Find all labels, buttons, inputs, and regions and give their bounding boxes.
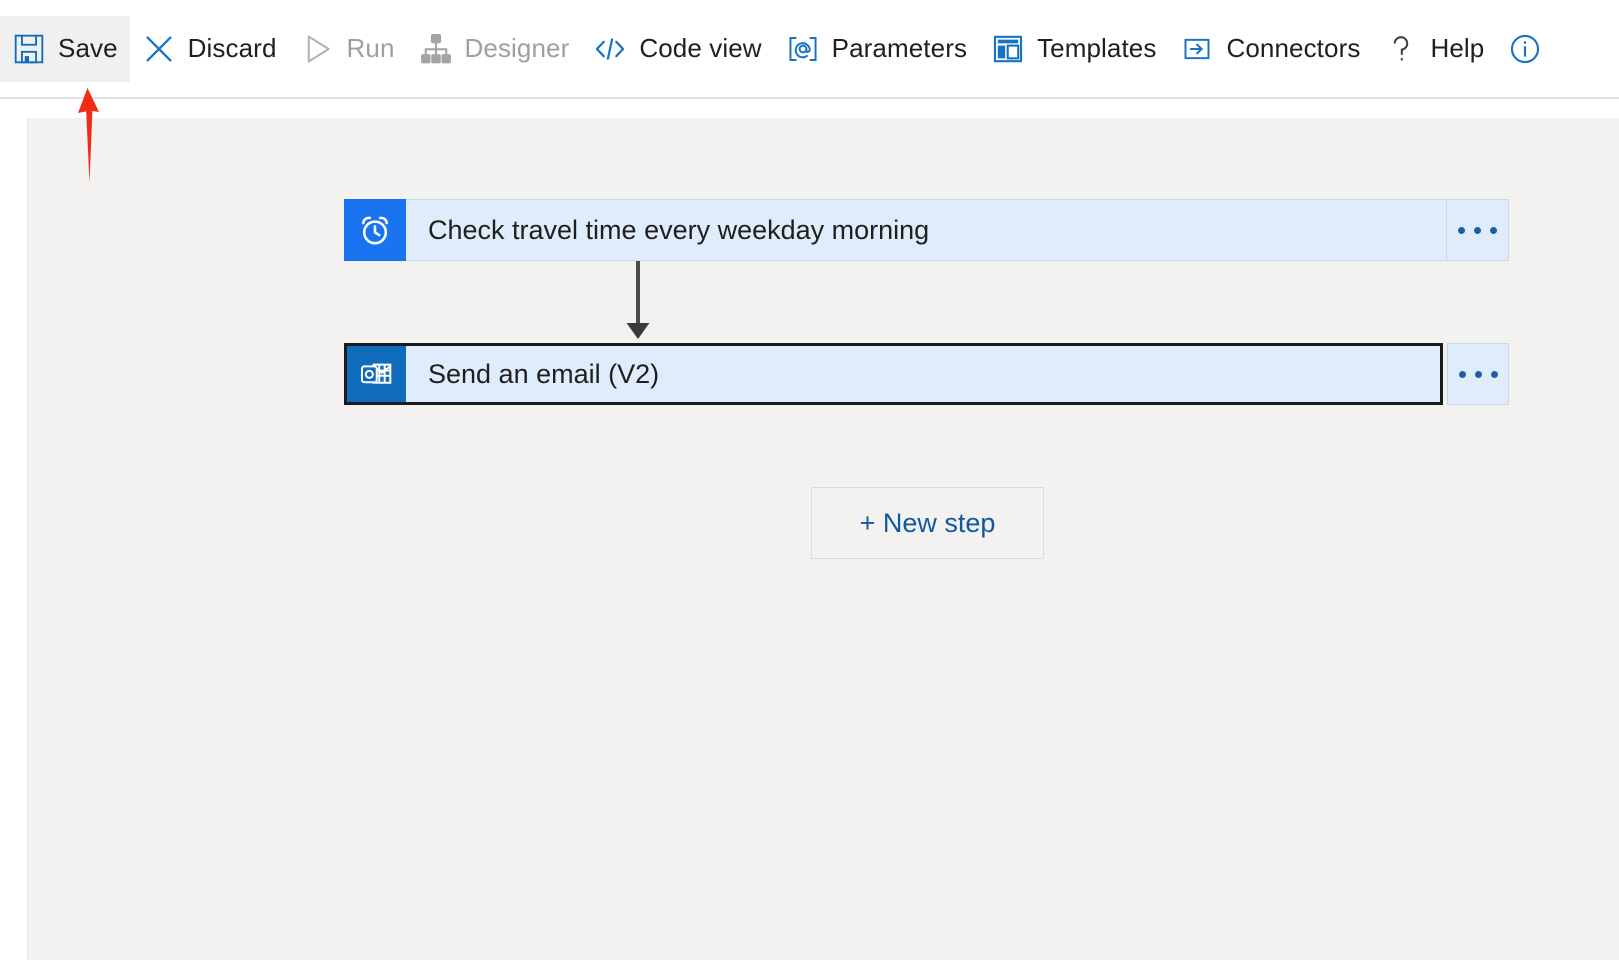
connectors-button-label: Connectors xyxy=(1226,33,1361,63)
info-icon xyxy=(1508,32,1542,66)
designer-button-label: Designer xyxy=(464,33,570,63)
templates-button[interactable]: Templates xyxy=(979,16,1168,82)
discard-button-label: Discard xyxy=(187,33,277,63)
flow-card-action-menu-button[interactable] xyxy=(1447,343,1509,405)
code-view-button-label: Code view xyxy=(639,33,762,63)
run-button[interactable]: Run xyxy=(289,16,407,82)
outlook-mail-icon xyxy=(347,346,406,402)
templates-icon xyxy=(991,32,1025,66)
connectors-button[interactable]: Connectors xyxy=(1168,16,1372,82)
alarm-clock-icon xyxy=(344,199,406,261)
flow-card-trigger-title: Check travel time every weekday morning xyxy=(428,214,930,245)
flow-card-trigger[interactable]: Check travel time every weekday morning xyxy=(344,199,1509,261)
code-icon xyxy=(593,32,627,66)
logic-app-designer: Save Discard Run Designer Code view Para… xyxy=(0,0,1619,960)
templates-button-label: Templates xyxy=(1037,33,1157,63)
designer-button[interactable]: Designer xyxy=(407,16,582,82)
discard-button[interactable]: Discard xyxy=(130,16,289,82)
flow-card-action-title: Send an email (V2) xyxy=(428,358,660,389)
parameters-button-label: Parameters xyxy=(831,33,968,63)
flow-card-trigger-menu-button[interactable] xyxy=(1447,199,1509,261)
command-bar: Save Discard Run Designer Code view Para… xyxy=(0,0,1619,99)
help-button-label: Help xyxy=(1430,33,1485,63)
parameters-button[interactable]: Parameters xyxy=(774,16,979,82)
flow-card-trigger-body[interactable]: Check travel time every weekday morning xyxy=(406,199,1447,261)
arrow-down-icon xyxy=(626,261,650,339)
help-button[interactable]: Help xyxy=(1372,16,1496,82)
connectors-icon xyxy=(1180,32,1214,66)
close-icon xyxy=(142,32,176,66)
sitemap-icon xyxy=(419,32,453,66)
question-icon xyxy=(1384,32,1418,66)
flow-designer-canvas: Check travel time every weekday morning xyxy=(27,118,1619,960)
save-icon xyxy=(12,32,46,66)
flow-card-action-selected-region[interactable]: Send an email (V2) xyxy=(344,343,1443,405)
play-icon xyxy=(301,32,335,66)
flow-card-action[interactable]: Send an email (V2) xyxy=(344,343,1509,405)
flow-connector-arrow xyxy=(618,261,658,343)
save-button-label: Save xyxy=(58,33,118,63)
ellipsis-icon xyxy=(1458,226,1497,234)
save-button[interactable]: Save xyxy=(0,15,130,82)
info-button[interactable] xyxy=(1496,16,1566,82)
flow-card-action-body[interactable]: Send an email (V2) xyxy=(406,346,1440,402)
at-bracket-icon xyxy=(786,32,820,66)
new-step-button[interactable]: + New step xyxy=(811,487,1044,559)
ellipsis-icon xyxy=(1458,370,1498,378)
run-button-label: Run xyxy=(346,33,395,63)
new-step-button-label: + New step xyxy=(859,507,996,538)
code-view-button[interactable]: Code view xyxy=(581,16,773,82)
